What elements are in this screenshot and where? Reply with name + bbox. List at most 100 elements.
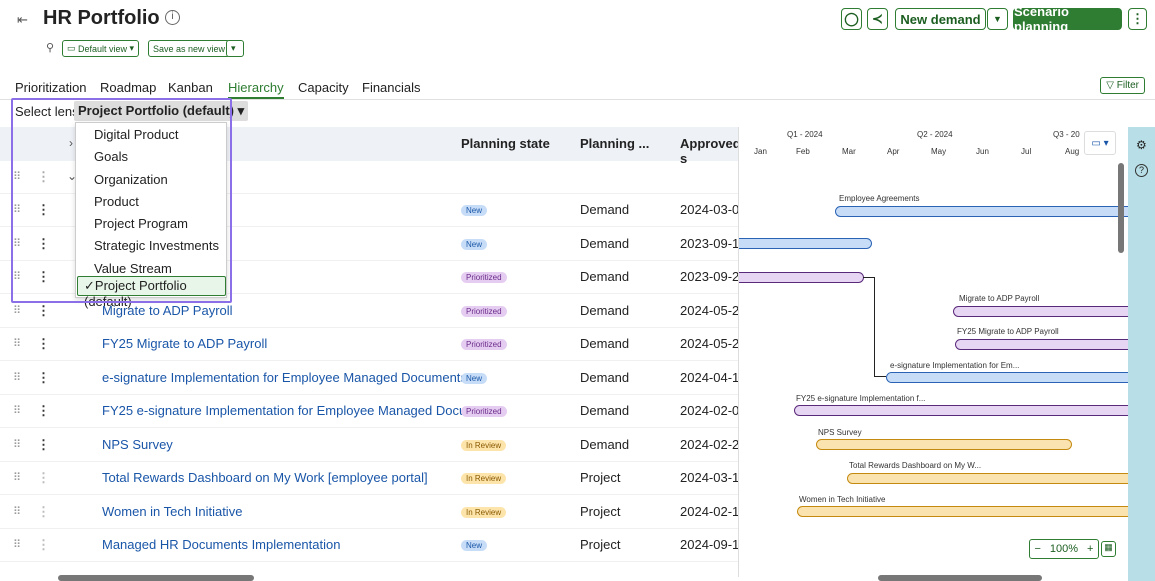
col-planning-state[interactable]: Planning state [461, 136, 550, 151]
status-badge: In Review [461, 473, 507, 484]
month-label: Jul [1021, 147, 1032, 156]
status-badge: New [461, 205, 488, 216]
drag-handle-icon[interactable]: ⠿ [13, 538, 21, 551]
bar-label: Women in Tech Initiative [799, 495, 886, 504]
new-demand-button[interactable]: New demand [895, 8, 986, 30]
row-name-link[interactable]: NPS Survey [102, 437, 173, 452]
approved-value: 2024-09-15 [680, 537, 738, 552]
zoom-control[interactable]: −100% + [1029, 539, 1099, 559]
view-icon: ▭ [67, 43, 79, 53]
tab-hierarchy[interactable]: Hierarchy [228, 80, 284, 99]
month-label: Mar [842, 147, 856, 156]
row-name-link[interactable]: FY25 e-signature Implementation for Empl… [102, 403, 502, 418]
planning-value: Demand [580, 302, 630, 318]
table-row[interactable]: ⠿ ⋮ FY25 Migrate to ADP Payroll Prioritized… [0, 328, 738, 361]
table-row[interactable]: ⠿ ⋮ Total Rewards Dashboard on My Work [em… [0, 462, 738, 495]
col-planning[interactable]: Planning ... [580, 136, 649, 151]
fit-icon[interactable]: ▦ [1101, 541, 1116, 557]
settings-icon[interactable]: ⚙ [1136, 138, 1147, 152]
row-name-link[interactable]: Managed HR Documents Implementation [102, 537, 340, 552]
month-label: Aug [1065, 147, 1080, 156]
help-icon[interactable]: ? [1135, 164, 1148, 177]
gantt-bar[interactable] [886, 372, 1128, 383]
gantt-bar[interactable] [953, 306, 1128, 317]
drag-handle-icon[interactable]: ⠿ [13, 404, 21, 417]
month-label: Feb [796, 147, 810, 156]
tab-kanban[interactable]: Kanban [168, 80, 213, 99]
table-row[interactable]: ⠿ ⋮ FY25 e-signature Implementation for Em… [0, 395, 738, 428]
table-row[interactable]: ⠿ ⋮ NPS Survey In Review Demand 2024-02-23 [0, 429, 738, 462]
status-badge: New [461, 540, 488, 551]
binoculars-icon[interactable]: ⚲ [46, 41, 54, 54]
gantt-bar[interactable] [739, 238, 872, 249]
quarter-label: Q1 - 2024 [787, 130, 823, 139]
row-menu-icon[interactable]: ⋮ [37, 504, 50, 520]
drag-handle-icon[interactable]: ⠿ [13, 304, 21, 317]
row-name-link[interactable]: Total Rewards Dashboard on My Work [empl… [102, 470, 428, 485]
table-row[interactable]: ⠿ ⋮ Women in Tech Initiative In Review Proje… [0, 496, 738, 529]
approved-value: 2024-05-27 [680, 336, 738, 351]
tab-roadmap[interactable]: Roadmap [100, 80, 156, 99]
gantt-bar[interactable] [739, 272, 864, 283]
gantt-bar[interactable] [797, 506, 1128, 517]
gantt-bar[interactable] [835, 206, 1128, 217]
table-row[interactable]: ⠿ ⋮ Managed HR Documents Implementation New… [0, 529, 738, 562]
horizontal-scrollbar[interactable] [58, 575, 254, 581]
approved-value: 2023-09-26 [680, 269, 738, 284]
approved-value: 2023-09-18 [680, 235, 738, 251]
info-icon[interactable]: i [165, 10, 180, 25]
drag-handle-icon[interactable]: ⠿ [13, 438, 21, 451]
scenario-planning-button[interactable]: Scenario planning [1013, 4, 1122, 34]
bar-label: FY25 Migrate to ADP Payroll [957, 327, 1059, 336]
row-menu-icon[interactable]: ⋮ [37, 370, 50, 386]
gantt-horizontal-scrollbar[interactable] [878, 575, 1042, 581]
row-menu-icon[interactable]: ⋮ [37, 537, 50, 553]
status-badge: In Review [461, 439, 507, 451]
row-menu-icon[interactable]: ⋮ [37, 470, 50, 486]
bar-label: FY25 e-signature Implementation f... [796, 394, 926, 403]
comment-icon[interactable]: ◯ [841, 8, 862, 30]
filter-icon: ▽ [1106, 80, 1117, 91]
dependency-line [874, 376, 886, 377]
tab-capacity[interactable]: Capacity [298, 80, 349, 99]
row-menu-icon[interactable]: ⋮ [37, 303, 50, 319]
row-menu-icon[interactable]: ⋮ [37, 437, 50, 453]
table-row[interactable]: ⠿ ⋮ e-signature Implementation for Employe… [0, 362, 738, 395]
approved-value: 2024-03-08 [680, 202, 738, 217]
gantt-bar[interactable] [847, 473, 1128, 484]
row-name-link[interactable]: e-signature Implementation for Employee … [102, 370, 467, 385]
approved-value: 2024-04-12 [680, 369, 738, 385]
right-side-strip: ⚙ ? [1128, 127, 1155, 581]
row-name-link[interactable]: Women in Tech Initiative [102, 504, 242, 519]
calendar-icon[interactable]: ▭ ▾ [1084, 131, 1116, 155]
row-menu-icon[interactable]: ⋮ [37, 403, 50, 419]
save-view-dropdown-icon[interactable]: ▾ [226, 40, 244, 57]
gantt-bar[interactable] [794, 405, 1128, 416]
save-as-new-view-button[interactable]: Save as new view [148, 40, 231, 57]
planning-value: Project [580, 537, 621, 552]
planning-value: Demand [580, 269, 630, 284]
row-menu-icon[interactable]: ⋮ [37, 336, 50, 352]
vertical-scrollbar[interactable] [1118, 163, 1124, 253]
month-label: Jan [754, 147, 767, 156]
tab-prioritization[interactable]: Prioritization [15, 80, 87, 99]
zoom-in-icon[interactable]: + [1087, 543, 1093, 555]
gantt-bar[interactable] [955, 339, 1128, 350]
status-badge: Prioritized [461, 305, 507, 317]
drag-handle-icon[interactable]: ⠿ [13, 337, 21, 350]
quarter-label: Q3 - 20 [1053, 130, 1080, 139]
collapse-icon[interactable]: ⇤ [17, 12, 28, 28]
page-title: HR Portfolio [43, 7, 160, 29]
gantt-bar[interactable] [816, 439, 1072, 450]
planning-value: Demand [580, 336, 630, 351]
default-view-select[interactable]: ▭ Default view ▾ [62, 40, 140, 57]
drag-handle-icon[interactable]: ⠿ [13, 471, 21, 484]
new-demand-dropdown-icon[interactable]: ▼ [987, 8, 1008, 30]
tab-financials[interactable]: Financials [362, 80, 421, 99]
share-icon[interactable]: ≺ [867, 8, 888, 30]
page-header: ⇤ HR Portfolio i ◯ ≺ New demand ▼ Scenar… [0, 0, 1155, 40]
drag-handle-icon[interactable]: ⠿ [13, 505, 21, 518]
zoom-out-icon[interactable]: − [1034, 543, 1040, 555]
drag-handle-icon[interactable]: ⠿ [13, 371, 21, 384]
row-name-link[interactable]: FY25 Migrate to ADP Payroll [102, 336, 267, 351]
